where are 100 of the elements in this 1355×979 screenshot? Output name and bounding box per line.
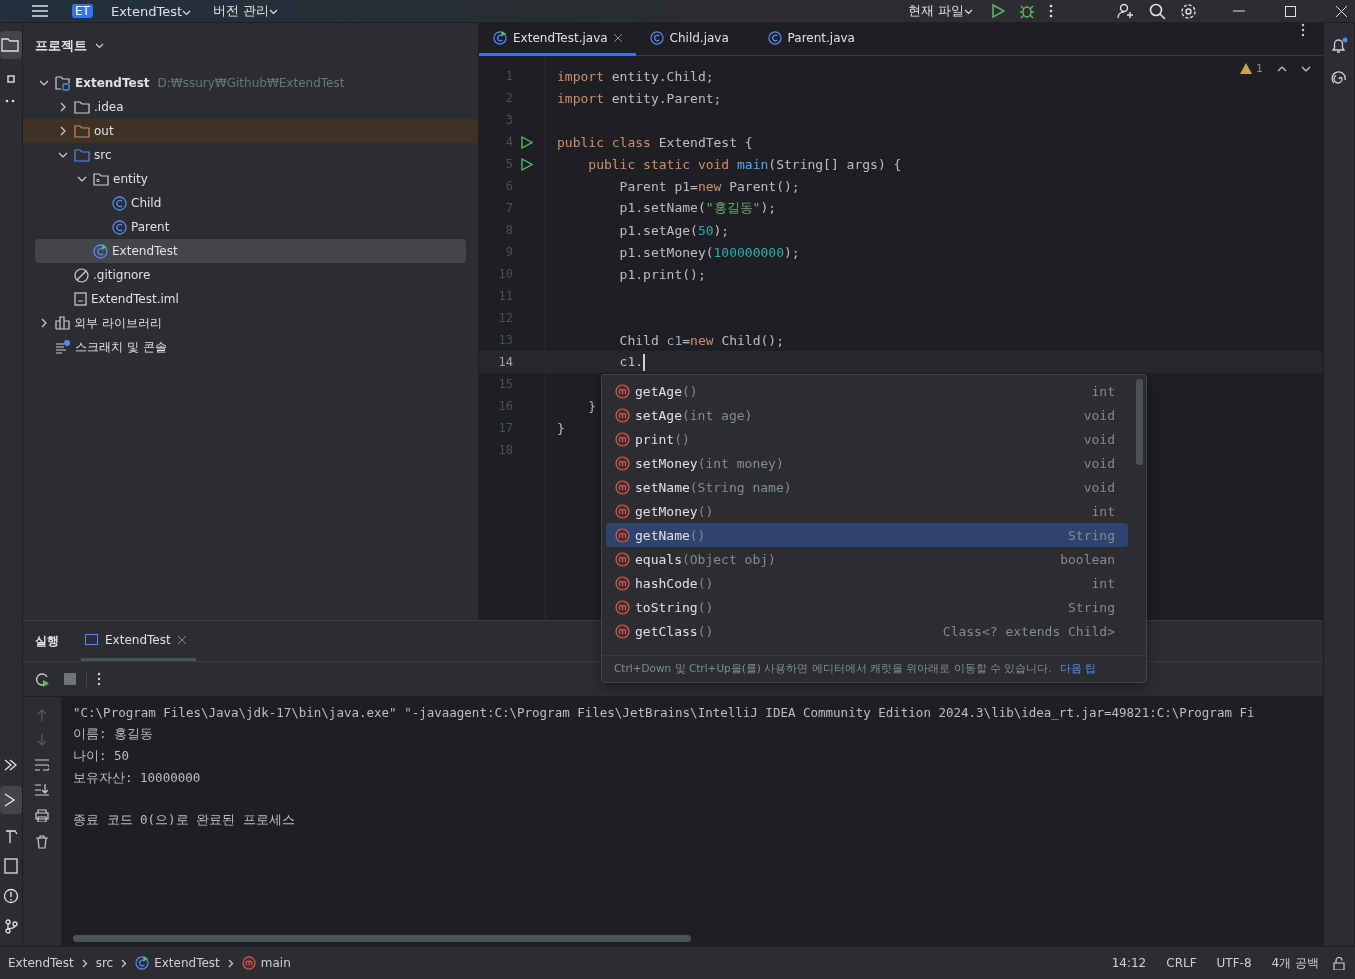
method-signature: print() <box>635 431 690 447</box>
more-icon[interactable] <box>5 99 17 103</box>
code-line: } <box>587 398 597 414</box>
tree-item[interactable]: ExtendTest D:₩ssury₩Github₩ExtendTest <box>23 71 466 95</box>
problems-icon[interactable] <box>3 888 19 904</box>
spiral-icon[interactable] <box>1331 71 1347 87</box>
completion-item[interactable]: equals(Object obj) boolean <box>606 547 1128 571</box>
project-selector[interactable]: ExtendTest <box>106 3 195 19</box>
method-signature: setAge(int age) <box>635 407 753 423</box>
warning-icon[interactable] <box>1240 63 1252 74</box>
run-icon[interactable] <box>0 786 22 814</box>
scroll-end-icon[interactable] <box>35 784 49 796</box>
method-icon <box>615 527 630 543</box>
completion-item[interactable]: setAge(int age) void <box>606 403 1128 427</box>
chevron-icon[interactable] <box>77 174 87 184</box>
completion-item[interactable]: hashCode() int <box>606 571 1128 595</box>
chevron-icon <box>227 958 234 968</box>
ignore-icon <box>74 267 89 283</box>
completion-item[interactable]: setMoney(int money) void <box>606 451 1128 475</box>
wrap-icon[interactable] <box>35 759 49 771</box>
caret-position[interactable]: 14:12 <box>1101 956 1157 970</box>
debug-icon[interactable] <box>1019 3 1035 19</box>
tree-item[interactable]: .idea <box>23 95 466 119</box>
chevron-icon[interactable] <box>58 126 68 136</box>
editor-tab[interactable]: ExtendTest.java <box>479 23 636 56</box>
run-icon[interactable] <box>991 4 1005 18</box>
breadcrumb[interactable]: src <box>91 956 118 970</box>
method-signature: toString() <box>635 599 714 615</box>
tree-item[interactable]: src <box>23 143 466 167</box>
more-icon[interactable] <box>1301 23 1305 37</box>
code-line: import entity.Child; <box>557 68 714 84</box>
settings-icon[interactable] <box>1180 2 1197 20</box>
tree-label: 외부 라이브러리 <box>74 314 162 332</box>
git-icon[interactable] <box>4 918 18 934</box>
return-type: String <box>1068 599 1115 615</box>
vcs-menu[interactable]: 버전 관리 <box>209 2 283 20</box>
menu-icon[interactable] <box>32 5 48 17</box>
method-signature: setMoney(int money) <box>635 455 784 471</box>
editor-tab[interactable]: Child.java <box>635 23 754 56</box>
tree-item[interactable]: entity <box>23 167 466 191</box>
tree-item[interactable]: 외부 라이브러리 <box>23 311 466 335</box>
chevron-down-icon[interactable] <box>1301 65 1311 72</box>
close-icon[interactable] <box>613 34 622 42</box>
completion-item[interactable]: print() void <box>606 427 1128 451</box>
trash-icon[interactable] <box>36 835 48 849</box>
completion-item[interactable]: setName(String name) void <box>606 475 1128 499</box>
completion-item[interactable]: getClass() Class<? extends Child> <box>606 619 1128 643</box>
panel-title[interactable]: 프로젝트 <box>35 37 87 55</box>
editor-tab[interactable]: Parent.java <box>753 23 872 56</box>
rerun-icon[interactable] <box>35 671 50 687</box>
tree-item[interactable]: Child <box>23 191 466 215</box>
class-icon <box>767 31 782 45</box>
completion-item[interactable]: getMoney() int <box>606 499 1128 523</box>
line-separator[interactable]: CRLF <box>1156 956 1207 970</box>
more-icon[interactable] <box>97 672 101 686</box>
print-icon[interactable] <box>35 809 49 822</box>
add-user-icon[interactable] <box>1117 3 1135 19</box>
return-type: Class<? extends Child> <box>942 623 1115 639</box>
chevron-icon[interactable] <box>95 43 104 49</box>
completion-item[interactable]: getAge() int <box>606 379 1128 403</box>
run-icon[interactable] <box>521 135 533 149</box>
indent-setting[interactable]: 4개 공백 <box>1261 954 1329 972</box>
completion-item[interactable]: getName() String <box>606 523 1128 547</box>
console-line: 종료 코드 0(으)로 완료된 프로세스 <box>73 812 295 829</box>
breadcrumb-label: ExtendTest <box>154 956 220 970</box>
chevron-up-icon[interactable] <box>1277 65 1287 72</box>
run-config-selector[interactable]: 현재 파일 <box>903 2 977 20</box>
lock-icon[interactable] <box>1333 956 1345 970</box>
class-icon <box>649 31 664 45</box>
tree-item[interactable]: .gitignore <box>23 263 466 287</box>
folder-icon[interactable] <box>0 31 22 59</box>
breadcrumb[interactable]: ExtendTest <box>131 956 224 970</box>
tree-item[interactable]: ExtendTest <box>35 239 466 263</box>
console-line: 보유자산: 10000000 <box>73 769 201 787</box>
tree-item[interactable]: ExtendTest.iml <box>23 287 466 311</box>
chevron-icon[interactable] <box>58 102 68 112</box>
services-icon[interactable] <box>4 758 18 772</box>
run-icon[interactable] <box>521 157 533 171</box>
tree-item[interactable]: out <box>23 119 478 143</box>
maximize-icon[interactable] <box>1285 5 1296 17</box>
structure-icon[interactable] <box>5 73 17 85</box>
chevron-icon[interactable] <box>39 318 49 328</box>
tip-text: Ctrl+Down 및 Ctrl+Up을(를) 사용하면 에디터에서 캐럿을 위아래로 이동할 수 있습니다. <box>614 662 1052 676</box>
method-icon <box>615 431 630 447</box>
tree-label: 스크래치 및 콘솔 <box>75 338 167 356</box>
tree-item[interactable]: Parent <box>23 215 466 239</box>
scrollbar[interactable] <box>73 935 691 942</box>
more-icon[interactable] <box>1049 4 1053 18</box>
code-line: public static void main(String[] args) { <box>587 156 902 172</box>
next-tip-link[interactable]: 다음 팁 <box>1059 662 1096 676</box>
breadcrumb[interactable]: main <box>237 956 295 970</box>
chevron-icon[interactable] <box>39 78 49 88</box>
bell-icon[interactable] <box>1330 37 1348 55</box>
code-line: p1.print(); <box>618 266 706 282</box>
chevron-icon[interactable] <box>58 150 68 160</box>
tree-item[interactable]: 스크래치 및 콘솔 <box>23 335 466 359</box>
completion-item[interactable]: toString() String <box>606 595 1128 619</box>
scrollbar[interactable] <box>1136 379 1143 465</box>
search-icon[interactable] <box>1149 2 1166 20</box>
file-encoding[interactable]: UTF-8 <box>1206 956 1262 970</box>
